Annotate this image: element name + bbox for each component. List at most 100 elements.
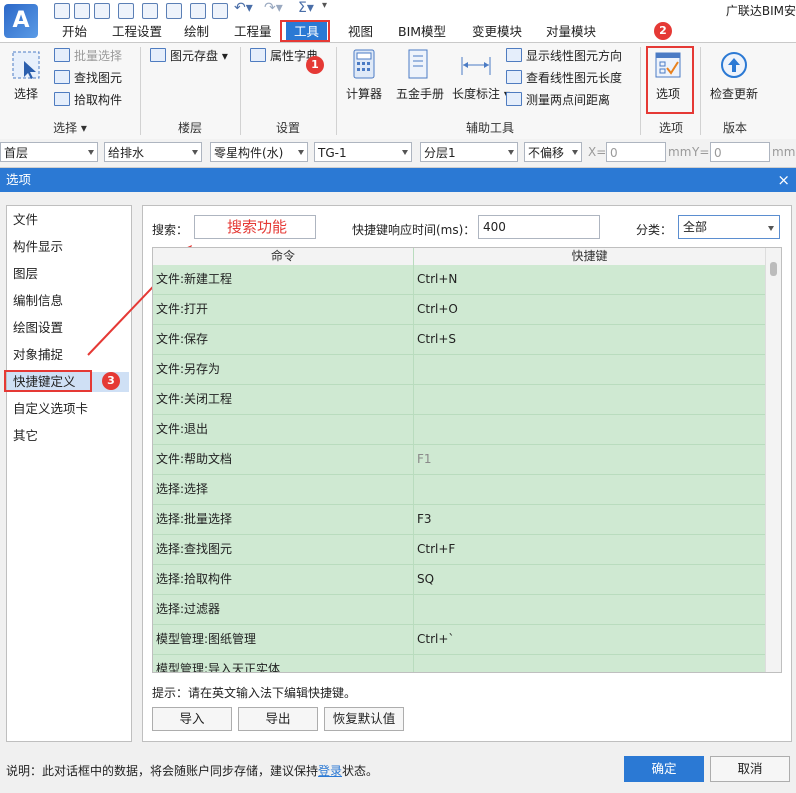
y-unit: mm xyxy=(772,145,796,159)
shortcut-cell[interactable]: Ctrl+` xyxy=(417,625,757,654)
tab-quantities[interactable]: 工程量 xyxy=(232,22,274,42)
tab-view[interactable]: 视图 xyxy=(346,22,375,42)
close-icon[interactable]: × xyxy=(777,168,790,192)
shortcut-cell[interactable] xyxy=(417,385,757,414)
ok-button[interactable]: 确定 xyxy=(624,756,704,782)
sum-icon[interactable]: Σ▾ xyxy=(298,0,314,16)
shortcut-cell[interactable]: Ctrl+S xyxy=(417,325,757,354)
shortcut-cell[interactable]: F1 xyxy=(417,445,757,474)
tab-home[interactable]: 开始 xyxy=(60,22,89,42)
check-update-button-label[interactable]: 检查更新 xyxy=(710,85,758,102)
table-row[interactable]: 选择:拾取构件 SQ xyxy=(153,565,765,595)
shortcut-cell[interactable] xyxy=(417,655,757,672)
tab-draw[interactable]: 绘制 xyxy=(182,22,211,42)
table-row[interactable]: 选择:选择 xyxy=(153,475,765,505)
table-row[interactable]: 文件:打开 Ctrl+O xyxy=(153,295,765,325)
measure-distance-button[interactable]: 测量两点间距离 xyxy=(506,91,610,109)
search-input[interactable]: 搜索功能 xyxy=(194,215,316,239)
table-row[interactable]: 模型管理:导入天正实体 xyxy=(153,655,765,672)
undo-icon[interactable]: ↶▾ xyxy=(234,0,253,16)
shortcut-cell[interactable]: F3 xyxy=(417,505,757,534)
nav-item-custom-tabs[interactable]: 自定义选项卡 xyxy=(13,399,129,419)
calculator-button-label[interactable]: 计算器 xyxy=(346,85,382,102)
nav-item-file[interactable]: 文件 xyxy=(13,210,129,230)
shortcut-cell[interactable]: Ctrl+O xyxy=(417,295,757,324)
calculator-icon[interactable] xyxy=(350,49,378,82)
batch-select-button[interactable]: 批量选择 xyxy=(54,47,122,65)
group-label-settings: 设置 xyxy=(275,121,300,135)
tab-change-module[interactable]: 变更模块 xyxy=(470,22,524,42)
ribbon-separator xyxy=(336,47,337,135)
component-select[interactable]: TG-1 xyxy=(314,142,412,162)
shortcut-cell[interactable] xyxy=(417,595,757,624)
layer-select[interactable]: 分层1 xyxy=(420,142,518,162)
floor-select[interactable]: 首层 xyxy=(0,142,98,162)
shortcut-cell[interactable]: SQ xyxy=(417,565,757,594)
discipline-select[interactable]: 给排水 xyxy=(104,142,202,162)
group-label-options: 选项 xyxy=(658,121,683,135)
scrollbar-thumb[interactable] xyxy=(770,262,777,276)
x-offset-input[interactable]: 0 xyxy=(606,142,666,162)
command-cell: 文件:打开 xyxy=(156,302,209,316)
tab-bim-model[interactable]: BIM模型 xyxy=(396,22,448,42)
customize-quick-access-icon[interactable]: ▾ xyxy=(322,0,327,11)
find-element-button[interactable]: 查找图元 xyxy=(54,69,122,87)
nav-item-other[interactable]: 其它 xyxy=(13,426,129,446)
y-offset-input[interactable]: 0 xyxy=(710,142,770,162)
cancel-button[interactable]: 取消 xyxy=(710,756,790,782)
tab-project-settings[interactable]: 工程设置 xyxy=(110,22,164,42)
layers-icon[interactable] xyxy=(212,3,228,19)
table-row[interactable]: 文件:帮助文档 F1 xyxy=(153,445,765,475)
shortcut-cell[interactable] xyxy=(417,355,757,384)
table-row[interactable]: 文件:保存 Ctrl+S xyxy=(153,325,765,355)
shortcut-cell[interactable]: Ctrl+N xyxy=(417,265,757,294)
pick-component-button[interactable]: 拾取构件 xyxy=(54,91,122,109)
column-header-command[interactable]: 命令 xyxy=(153,248,413,265)
import-button[interactable]: 导入 xyxy=(152,707,232,731)
length-dimension-button[interactable]: 长度标注 ▾ xyxy=(452,85,510,102)
table-row[interactable]: 文件:另存为 xyxy=(153,355,765,385)
chevron-down-icon xyxy=(192,150,198,155)
group-label-floor: 楼层 xyxy=(177,121,202,135)
export-button[interactable]: 导出 xyxy=(238,707,318,731)
export-cad-icon[interactable] xyxy=(118,3,134,19)
check-update-icon[interactable] xyxy=(720,51,748,82)
response-time-input[interactable]: 400 xyxy=(478,215,600,239)
shortcut-cell[interactable] xyxy=(417,415,757,444)
app-title: 广联达BIM安 xyxy=(725,4,796,18)
table-row[interactable]: 文件:退出 xyxy=(153,415,765,445)
pick-icon[interactable] xyxy=(190,3,206,19)
offset-select[interactable]: 不偏移 xyxy=(524,142,582,162)
tab-reconcile-module[interactable]: 对量模块 xyxy=(544,22,598,42)
component-type-select[interactable]: 零星构件(水) xyxy=(210,142,308,162)
table-row[interactable]: 选择:过滤器 xyxy=(153,595,765,625)
login-link[interactable]: 登录 xyxy=(318,764,342,778)
table-row[interactable]: 选择:批量选择 F3 xyxy=(153,505,765,535)
column-header-shortcut[interactable]: 快捷键 xyxy=(414,248,765,265)
app-logo: A xyxy=(4,4,38,38)
redo-icon[interactable]: ↷▾ xyxy=(264,0,283,16)
select-button-label[interactable]: 选择 xyxy=(14,85,38,102)
restore-defaults-button[interactable]: 恢复默认值 xyxy=(324,707,404,731)
table-row[interactable]: 文件:新建工程 Ctrl+N xyxy=(153,265,765,295)
shortcut-cell[interactable] xyxy=(417,475,757,504)
hardware-manual-icon[interactable] xyxy=(404,49,432,82)
table-row[interactable]: 文件:关闭工程 xyxy=(153,385,765,415)
new-file-icon[interactable] xyxy=(54,3,70,19)
save-icon[interactable] xyxy=(94,3,110,19)
element-save-button[interactable]: 图元存盘 ▾ xyxy=(150,47,228,65)
shortcut-cell[interactable]: Ctrl+F xyxy=(417,535,757,564)
report-icon[interactable] xyxy=(166,3,182,19)
length-dimension-icon[interactable] xyxy=(460,49,492,82)
open-folder-icon[interactable] xyxy=(74,3,90,19)
view-linear-length-button[interactable]: 查看线性图元长度 xyxy=(506,69,622,87)
show-linear-direction-button[interactable]: 显示线性图元方向 xyxy=(506,47,622,65)
category-select[interactable]: 全部 xyxy=(678,215,780,239)
bim-icon[interactable] xyxy=(142,3,158,19)
table-row[interactable]: 模型管理:图纸管理 Ctrl+` xyxy=(153,625,765,655)
select-icon[interactable] xyxy=(10,49,42,81)
group-label-select[interactable]: 选择 ▾ xyxy=(48,119,92,136)
table-scrollbar[interactable] xyxy=(765,248,781,672)
hardware-manual-button-label[interactable]: 五金手册 xyxy=(396,85,444,102)
table-row[interactable]: 选择:查找图元 Ctrl+F xyxy=(153,535,765,565)
